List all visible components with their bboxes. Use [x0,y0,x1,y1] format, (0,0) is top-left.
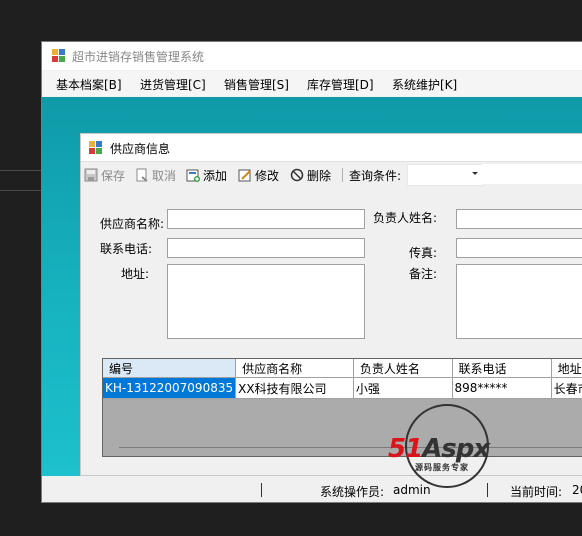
phone-input[interactable] [167,238,365,258]
toolbar: 保存 取消 添加 修改 删除 查询条件: [81,162,582,188]
supplier-window-title: 供应商信息 [110,142,171,156]
fax-label: 传真: [409,246,438,260]
query-input[interactable] [482,164,582,184]
operator-label: 系统操作员: [320,485,385,499]
cell-supplier-name[interactable]: XX科技有限公司 [235,377,354,399]
supplier-name-label: 供应商名称: [100,217,165,231]
remarks-label: 备注: [409,267,438,281]
column-header-supplier-name[interactable]: 供应商名称 [235,359,354,378]
watermark-tagline: 源码服务专家 [415,463,469,472]
app-icon [52,49,65,62]
menu-bar: 基本档案[B] 进货管理[C] 销售管理[S] 库存管理[D] 系统维护[K] [42,71,582,96]
delete-icon [290,168,304,182]
column-header-contact-person[interactable]: 负责人姓名 [353,359,453,378]
phone-label: 联系电话: [100,242,153,256]
address-label: 地址: [121,267,150,281]
cell-phone[interactable]: 898***** [452,377,552,399]
save-icon [84,168,98,182]
main-titlebar: 超市进销存销售管理系统 [42,42,582,70]
menu-inventory[interactable]: 库存管理[D] [307,76,374,93]
query-condition-label: 查询条件: [349,168,402,183]
background-line [0,190,41,191]
add-icon [186,168,200,182]
horizontal-scrollbar[interactable] [119,447,582,448]
query-condition-select[interactable] [407,164,483,186]
toolbar-separator [342,168,343,182]
status-separator [261,483,262,497]
cell-contact-person[interactable]: 小强 [353,377,453,399]
address-input[interactable] [167,264,365,339]
contact-person-label: 负责人姓名: [373,211,438,225]
cancel-button[interactable]: 取消 [135,165,176,185]
menu-system[interactable]: 系统维护[K] [392,76,457,93]
add-button[interactable]: 添加 [186,165,227,185]
menu-basic-archive[interactable]: 基本档案[B] [56,76,122,93]
background-line [0,170,41,171]
current-time-value: 20 [572,483,582,497]
supplier-name-input[interactable] [167,209,365,229]
watermark-logo-text: 51Aspx [388,434,490,464]
menu-sales[interactable]: 销售管理[S] [224,76,289,93]
watermark-logo: 51Aspx 源码服务专家 [388,404,512,494]
cancel-icon [135,168,149,182]
edit-label: 修改 [255,168,280,183]
table-row[interactable]: KH-13122007090835 XX科技有限公司 小强 898***** 长… [103,377,582,399]
cell-address[interactable]: 长春市 [551,377,582,399]
fax-input[interactable] [456,238,582,258]
delete-button[interactable]: 删除 [290,165,331,185]
supplier-table: 编号 供应商名称 负责人姓名 联系电话 地址 KH-13122007090835… [103,359,582,399]
cancel-label: 取消 [152,168,177,183]
column-header-address[interactable]: 地址 [551,359,582,378]
chevron-down-icon [472,172,478,175]
contact-person-input[interactable] [456,209,582,229]
delete-label: 删除 [307,168,332,183]
supplier-titlebar: 供应商信息 [81,134,582,162]
save-button[interactable]: 保存 [84,165,125,185]
window-icon [89,141,102,154]
header-row: 编号 供应商名称 负责人姓名 联系电话 地址 [103,359,582,378]
edit-button[interactable]: 修改 [238,165,279,185]
main-window-title: 超市进销存销售管理系统 [72,50,205,64]
column-header-phone[interactable]: 联系电话 [452,359,552,378]
current-time-label: 当前时间: [510,485,563,499]
cell-id[interactable]: KH-13122007090835 [103,377,237,399]
edit-icon [238,168,252,182]
menu-purchase[interactable]: 进货管理[C] [140,76,206,93]
save-label: 保存 [101,168,126,183]
column-header-id[interactable]: 编号 [103,359,237,378]
remarks-input[interactable] [456,264,582,339]
add-label: 添加 [203,168,228,183]
